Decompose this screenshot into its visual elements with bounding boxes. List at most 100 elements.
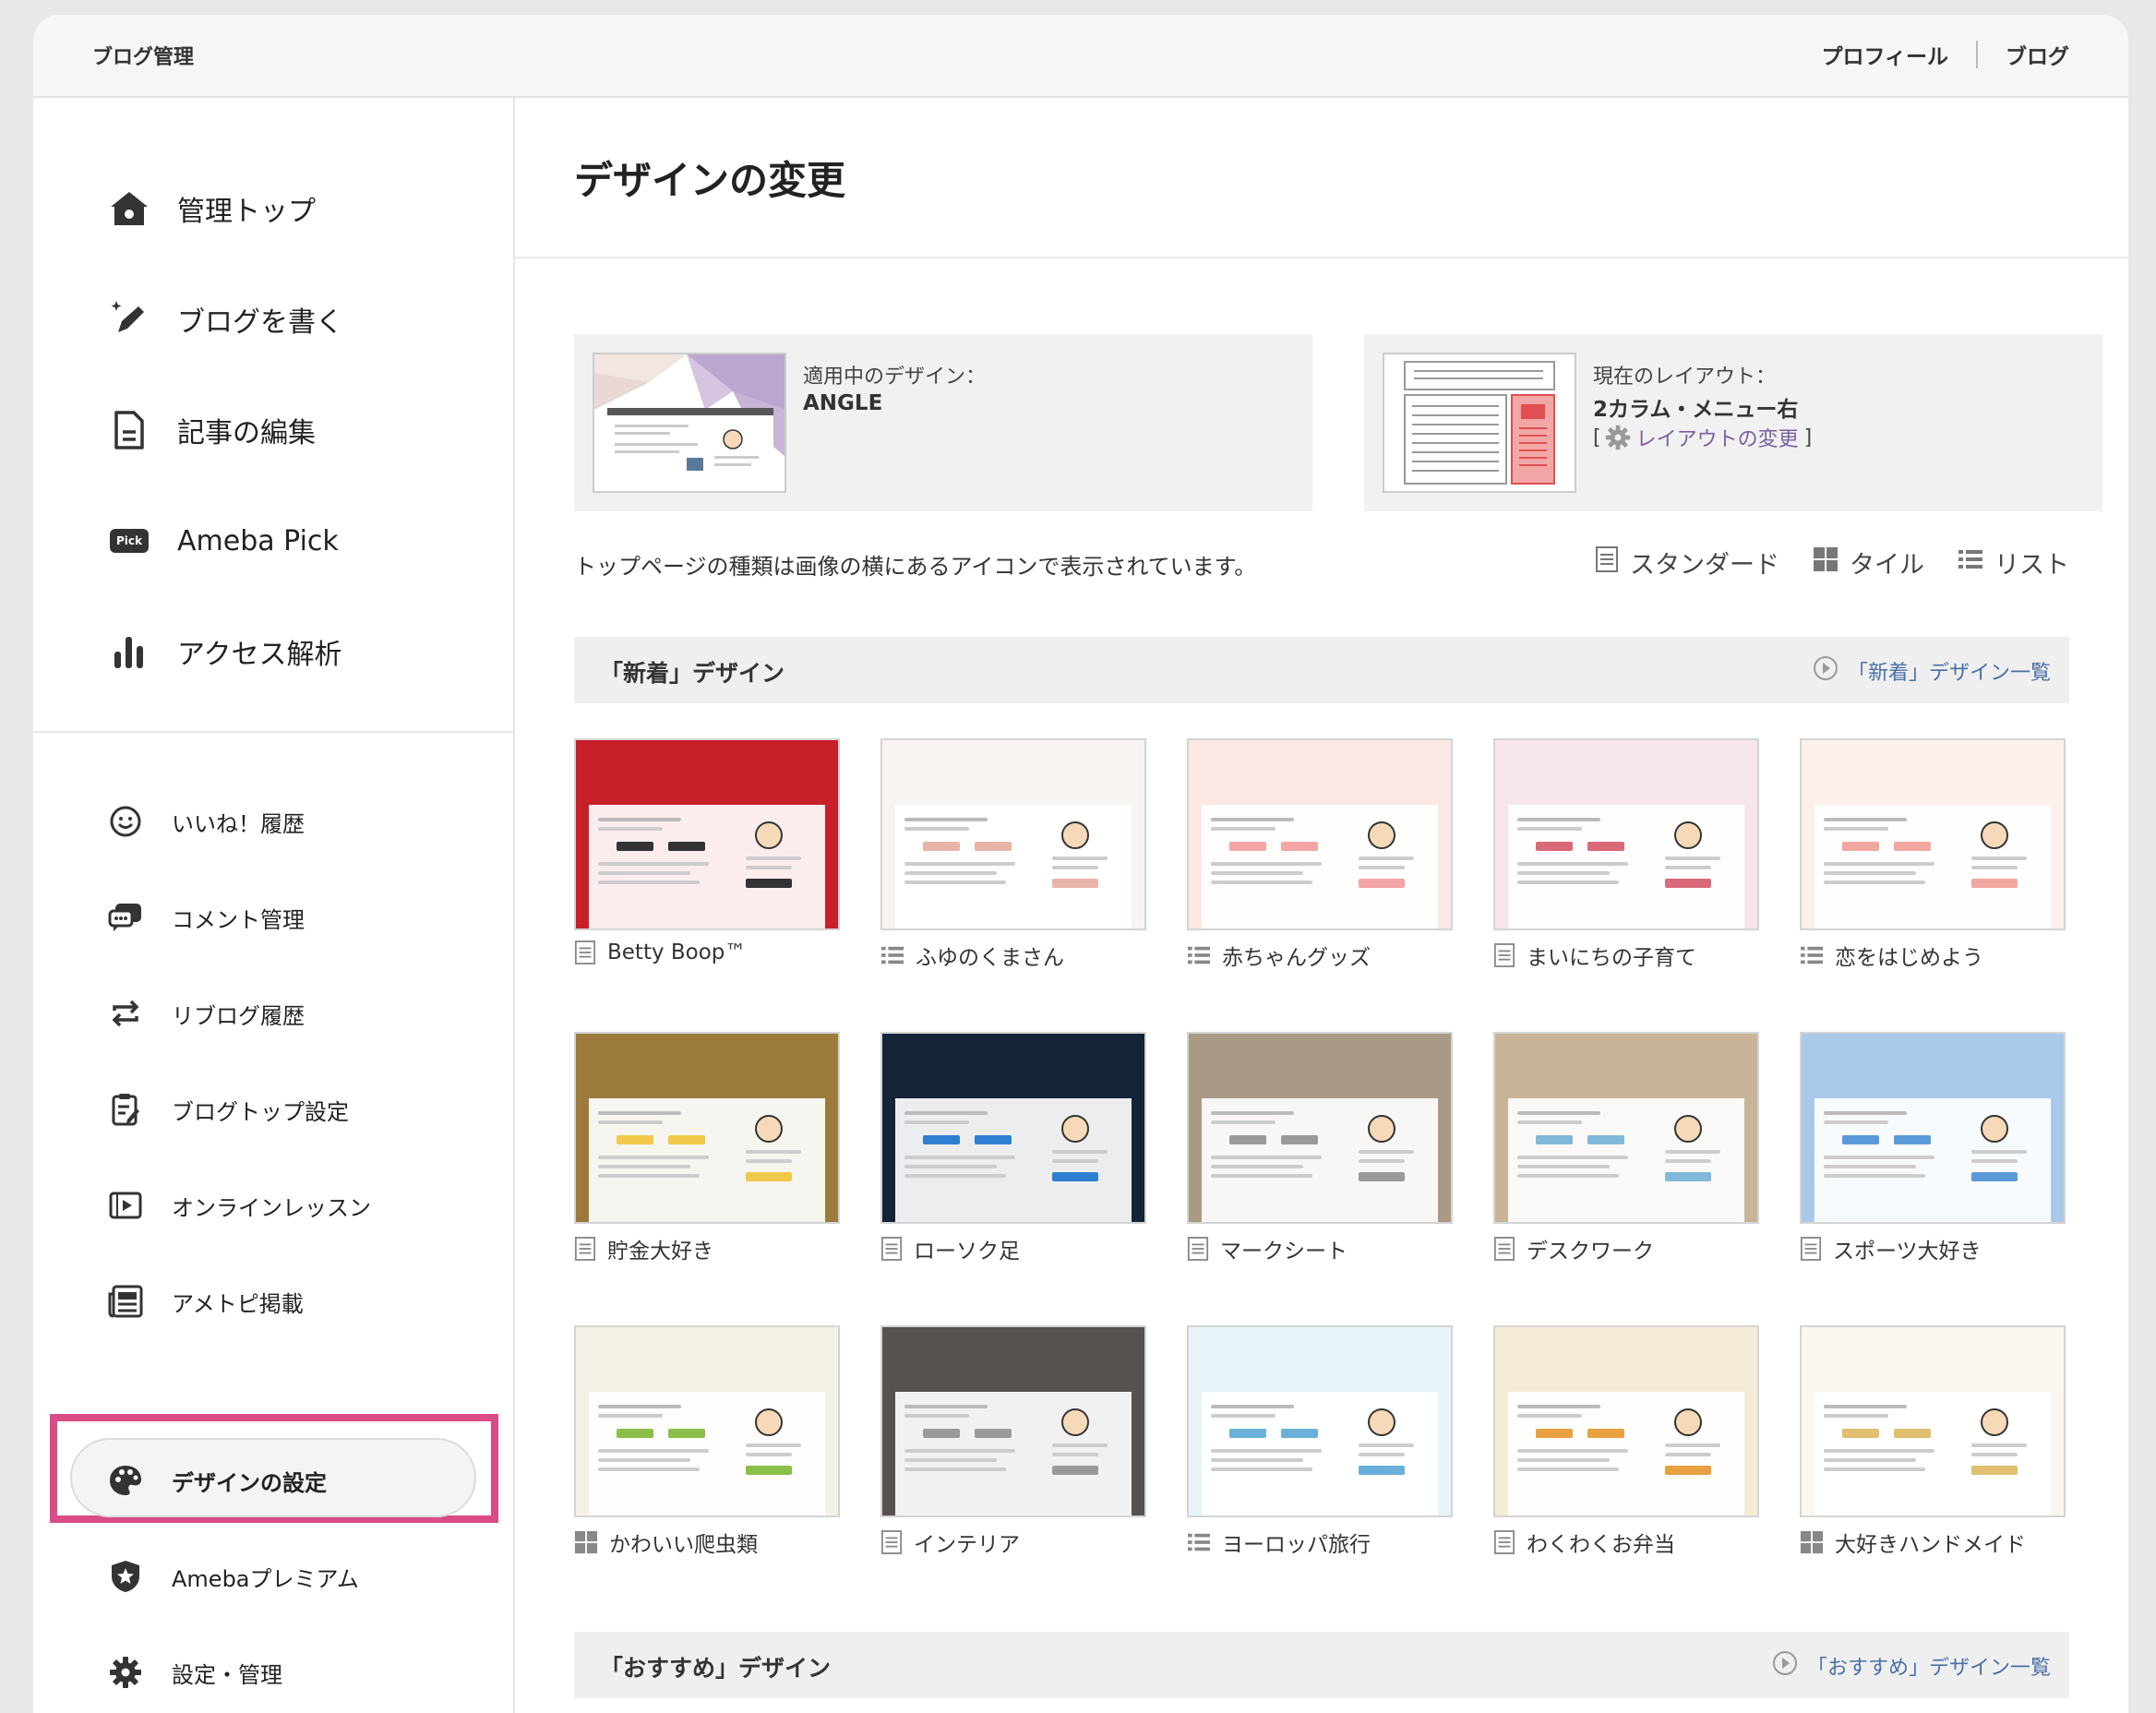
sidebar-item-label: Amebaプレミアム — [172, 1565, 359, 1592]
design-card[interactable]: まいにちの子育て — [1493, 738, 1759, 971]
design-name[interactable]: マークシート — [1220, 1233, 1348, 1264]
sidebar-item-label: 設定・管理 — [172, 1661, 282, 1688]
design-name[interactable]: 貯金大好き — [607, 1233, 713, 1264]
design-thumbnail[interactable] — [880, 1325, 1146, 1517]
sidebar-item-label: Ameba Pick — [177, 524, 339, 557]
design-thumbnail[interactable] — [1800, 1032, 2066, 1224]
gear-icon — [107, 1654, 144, 1691]
profile-link[interactable]: プロフィール — [1821, 39, 1948, 70]
thumbnail-page-body — [589, 1392, 825, 1515]
design-card[interactable]: ローソク足 — [880, 1032, 1146, 1264]
sidebar-item-comment-management[interactable]: コメント管理 — [107, 899, 305, 936]
video-lesson-icon — [107, 1187, 144, 1224]
sidebar-item-design-settings[interactable]: デザインの設定 — [107, 1462, 327, 1499]
standard-icon — [1800, 1236, 1833, 1262]
standard-icon — [880, 1529, 914, 1555]
design-name[interactable]: Betty Boop™ — [607, 940, 746, 964]
design-card[interactable]: 赤ちゃんグッズ — [1187, 738, 1453, 971]
design-thumbnail[interactable] — [1187, 738, 1453, 930]
design-thumbnail[interactable] — [1493, 1032, 1759, 1224]
section-more-link[interactable]: 「新着」デザイン一覧 — [1813, 655, 2051, 687]
design-card[interactable]: 恋をはじめよう — [1800, 738, 2066, 971]
design-name[interactable]: ヨーロッパ旅行 — [1222, 1527, 1371, 1558]
design-caption: ふゆのくまさん — [880, 940, 1146, 971]
app-title: ブログ管理 — [92, 46, 195, 69]
design-name[interactable]: デスクワーク — [1527, 1233, 1654, 1264]
design-card[interactable]: 大好きハンドメイド — [1800, 1325, 2066, 1558]
design-card[interactable]: 貯金大好き — [574, 1032, 840, 1264]
design-card[interactable]: Betty Boop™ — [574, 738, 840, 965]
play-circle-icon — [1813, 655, 1848, 687]
design-thumbnail[interactable] — [1800, 738, 2066, 930]
pen-sparkle-icon — [107, 297, 151, 341]
design-name[interactable]: インテリア — [914, 1527, 1020, 1558]
bracket-open: [ — [1593, 425, 1601, 449]
design-card[interactable]: マークシート — [1187, 1032, 1453, 1264]
sidebar-item-ametopi[interactable]: アメトピ掲載 — [107, 1283, 304, 1320]
view-option-tile: タイル — [1813, 545, 1924, 581]
design-caption: 赤ちゃんグッズ — [1187, 940, 1453, 971]
list-icon — [880, 944, 916, 966]
sidebar-item-analytics[interactable]: アクセス解析 — [107, 629, 342, 674]
design-name[interactable]: ローソク足 — [914, 1233, 1020, 1264]
sidebar-item-edit-posts[interactable]: 記事の編集 — [107, 408, 316, 452]
sidebar-item-online-lesson[interactable]: オンラインレッスン — [107, 1187, 371, 1224]
design-thumbnail[interactable] — [1493, 1325, 1759, 1517]
design-card[interactable]: スポーツ大好き — [1800, 1032, 2066, 1264]
sidebar-item-label: コメント管理 — [172, 906, 305, 933]
section-more-link[interactable]: 「おすすめ」デザイン一覧 — [1772, 1650, 2051, 1682]
sidebar-item-label: アクセス解析 — [177, 639, 342, 671]
sidebar-item-ameba-premium[interactable]: Amebaプレミアム — [107, 1558, 359, 1595]
design-thumbnail[interactable] — [574, 1032, 840, 1224]
design-name[interactable]: 赤ちゃんグッズ — [1222, 940, 1371, 971]
reblog-icon — [107, 995, 144, 1032]
blog-link[interactable]: ブログ — [2006, 39, 2069, 70]
thumbnail-page-body — [1202, 805, 1438, 928]
design-caption: 恋をはじめよう — [1800, 940, 2066, 971]
palette-icon — [107, 1462, 144, 1499]
design-caption: ヨーロッパ旅行 — [1187, 1527, 1453, 1558]
design-thumbnail[interactable] — [880, 1032, 1146, 1224]
design-name[interactable]: 恋をはじめよう — [1835, 940, 1983, 971]
design-thumbnail[interactable] — [574, 738, 840, 930]
design-card[interactable]: インテリア — [880, 1325, 1146, 1558]
design-thumbnail[interactable] — [880, 738, 1146, 930]
design-name[interactable]: わくわくお弁当 — [1527, 1527, 1675, 1558]
sidebar-item-reblog-history[interactable]: リブログ履歴 — [107, 995, 305, 1032]
design-name[interactable]: ふゆのくまさん — [916, 940, 1064, 971]
design-thumbnail[interactable] — [1187, 1032, 1453, 1224]
layout-change-row: [ レイアウトの変更 ] — [1593, 423, 1812, 452]
sidebar-item-admin-top[interactable]: 管理トップ — [107, 186, 316, 231]
design-name[interactable]: スポーツ大好き — [1833, 1233, 1982, 1264]
sidebar-divider — [33, 731, 513, 733]
design-thumbnail[interactable] — [1800, 1325, 2066, 1517]
design-card[interactable]: ヨーロッパ旅行 — [1187, 1325, 1453, 1558]
view-option-list: リスト — [1958, 545, 2069, 581]
design-card[interactable]: かわいい爬虫類 — [574, 1325, 840, 1558]
design-caption: ローソク足 — [880, 1233, 1146, 1264]
design-name[interactable]: かわいい爬虫類 — [609, 1527, 758, 1558]
layout-change-link[interactable]: レイアウトの変更 — [1636, 423, 1799, 452]
sidebar-item-settings[interactable]: 設定・管理 — [107, 1654, 282, 1691]
sidebar-item-likes-history[interactable]: いいね！履歴 — [107, 803, 305, 840]
design-name[interactable]: まいにちの子育て — [1527, 940, 1696, 971]
sidebar-item-blog-top-settings[interactable]: ブログトップ設定 — [107, 1091, 349, 1128]
sidebar-item-write-blog[interactable]: ブログを書く — [107, 297, 343, 341]
sidebar-item-ameba-pick[interactable]: Pick Ameba Pick — [107, 519, 339, 563]
sidebar-item-label: オンラインレッスン — [172, 1194, 371, 1221]
design-card[interactable]: デスクワーク — [1493, 1032, 1759, 1264]
design-thumbnail[interactable] — [574, 1325, 840, 1517]
design-name[interactable]: 大好きハンドメイド — [1835, 1527, 2026, 1558]
header-divider — [1976, 41, 1978, 68]
list-icon — [1958, 547, 1994, 578]
design-thumbnail[interactable] — [1187, 1325, 1453, 1517]
design-caption: 貯金大好き — [574, 1233, 840, 1264]
current-design-thumbnail[interactable] — [593, 353, 786, 493]
design-card[interactable]: わくわくお弁当 — [1493, 1325, 1759, 1558]
view-option-standard: スタンダード — [1595, 545, 1779, 581]
design-card[interactable]: ふゆのくまさん — [880, 738, 1146, 971]
design-thumbnail[interactable] — [1493, 738, 1759, 930]
sidebar-item-label: アメトピ掲載 — [172, 1290, 304, 1317]
section-new-designs: 「新着」デザイン 「新着」デザイン一覧 — [574, 637, 2069, 703]
sidebar-item-label: リブログ履歴 — [172, 1002, 305, 1029]
